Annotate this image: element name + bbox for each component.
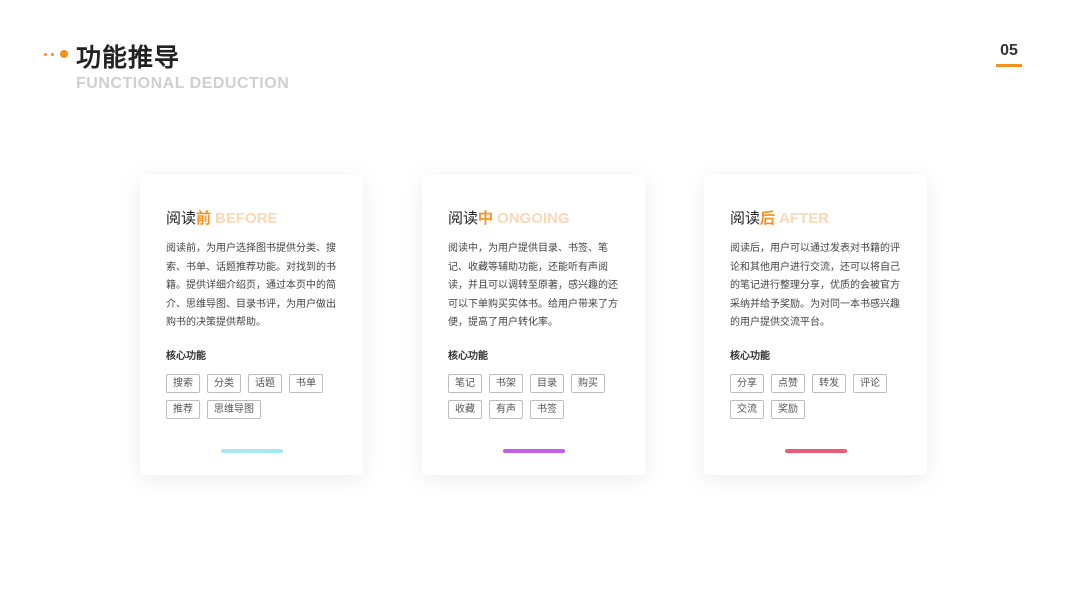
card-title-highlight: 前 xyxy=(196,209,212,227)
card-title: 阅读中 ONGOING xyxy=(448,208,619,229)
page-title: 功能推导 xyxy=(76,43,181,72)
card-description: 阅读后，用户可以通过发表对书籍的评论和其他用户进行交流，还可以将自己的笔记进行整… xyxy=(730,243,900,328)
feature-tag: 思维导图 xyxy=(207,399,261,419)
card-title-prefix: 阅读 xyxy=(448,209,479,227)
card-title-prefix: 阅读 xyxy=(730,209,761,227)
card-title-english: BEFORE xyxy=(215,210,278,227)
feature-tag: 收藏 xyxy=(448,399,482,419)
page-subtitle: FUNCTIONAL DEDUCTION xyxy=(76,75,290,92)
card-title-english: AFTER xyxy=(779,210,830,227)
feature-tag: 奖励 xyxy=(771,399,805,419)
feature-tags: 搜索 分类 话题 书单 推荐 思维导图 xyxy=(166,373,346,419)
card-title-highlight: 后 xyxy=(760,209,776,227)
feature-tag: 交流 xyxy=(730,399,764,419)
feature-tag: 话题 xyxy=(248,373,282,393)
feature-tag: 书签 xyxy=(530,399,564,419)
feature-tag: 分类 xyxy=(207,373,241,393)
feature-tag: 目录 xyxy=(530,373,564,393)
feature-tag: 书架 xyxy=(489,373,523,393)
card-description: 阅读中，为用户提供目录、书签、笔记、收藏等辅助功能，还能听有声阅读，并且可以调转… xyxy=(448,243,618,328)
card-title-prefix: 阅读 xyxy=(166,209,197,227)
dot-large xyxy=(60,50,68,58)
card-accent-bar xyxy=(221,449,283,453)
dot-small xyxy=(44,52,47,56)
card-accent-bar xyxy=(503,449,565,453)
page-number: 05 xyxy=(1000,42,1018,59)
feature-tag: 有声 xyxy=(489,399,523,419)
feature-tag: 购买 xyxy=(571,373,605,393)
feature-tag: 搜索 xyxy=(166,373,200,393)
card-title: 阅读前 BEFORE xyxy=(166,208,337,229)
core-features-label: 核心功能 xyxy=(730,350,770,362)
card-title-english: ONGOING xyxy=(497,210,570,227)
feature-tags: 分享 点赞 转发 评论 交流 奖励 xyxy=(730,373,910,419)
card-title-highlight: 中 xyxy=(478,209,494,227)
feature-tag: 评论 xyxy=(853,373,887,393)
title-decoration-dots xyxy=(44,50,68,58)
feature-tags: 笔记 书架 目录 购买 收藏 有声 书签 xyxy=(448,373,628,419)
feature-tag: 点赞 xyxy=(771,373,805,393)
feature-tag: 分享 xyxy=(730,373,764,393)
feature-tag: 推荐 xyxy=(166,399,200,419)
feature-tag: 书单 xyxy=(289,373,323,393)
core-features-label: 核心功能 xyxy=(448,350,488,362)
page-number-underline xyxy=(996,64,1022,67)
card-title: 阅读后 AFTER xyxy=(730,208,901,229)
dot-small xyxy=(51,52,54,56)
feature-tag: 笔记 xyxy=(448,373,482,393)
core-features-label: 核心功能 xyxy=(166,350,206,362)
card-description: 阅读前，为用户选择图书提供分类、搜索、书单、话题推荐功能。对找到的书籍。提供详细… xyxy=(166,243,336,328)
card-accent-bar xyxy=(785,449,847,453)
card-before: 阅读前 BEFORE 阅读前，为用户选择图书提供分类、搜索、书单、话题推荐功能。对… xyxy=(140,175,363,475)
card-ongoing: 阅读中 ONGOING 阅读中，为用户提供目录、书签、笔记、收藏等辅助功能，还能听… xyxy=(422,175,645,475)
feature-tag: 转发 xyxy=(812,373,846,393)
card-after: 阅读后 AFTER 阅读后，用户可以通过发表对书籍的评论和其他用户进行交流，还可以… xyxy=(704,175,927,475)
